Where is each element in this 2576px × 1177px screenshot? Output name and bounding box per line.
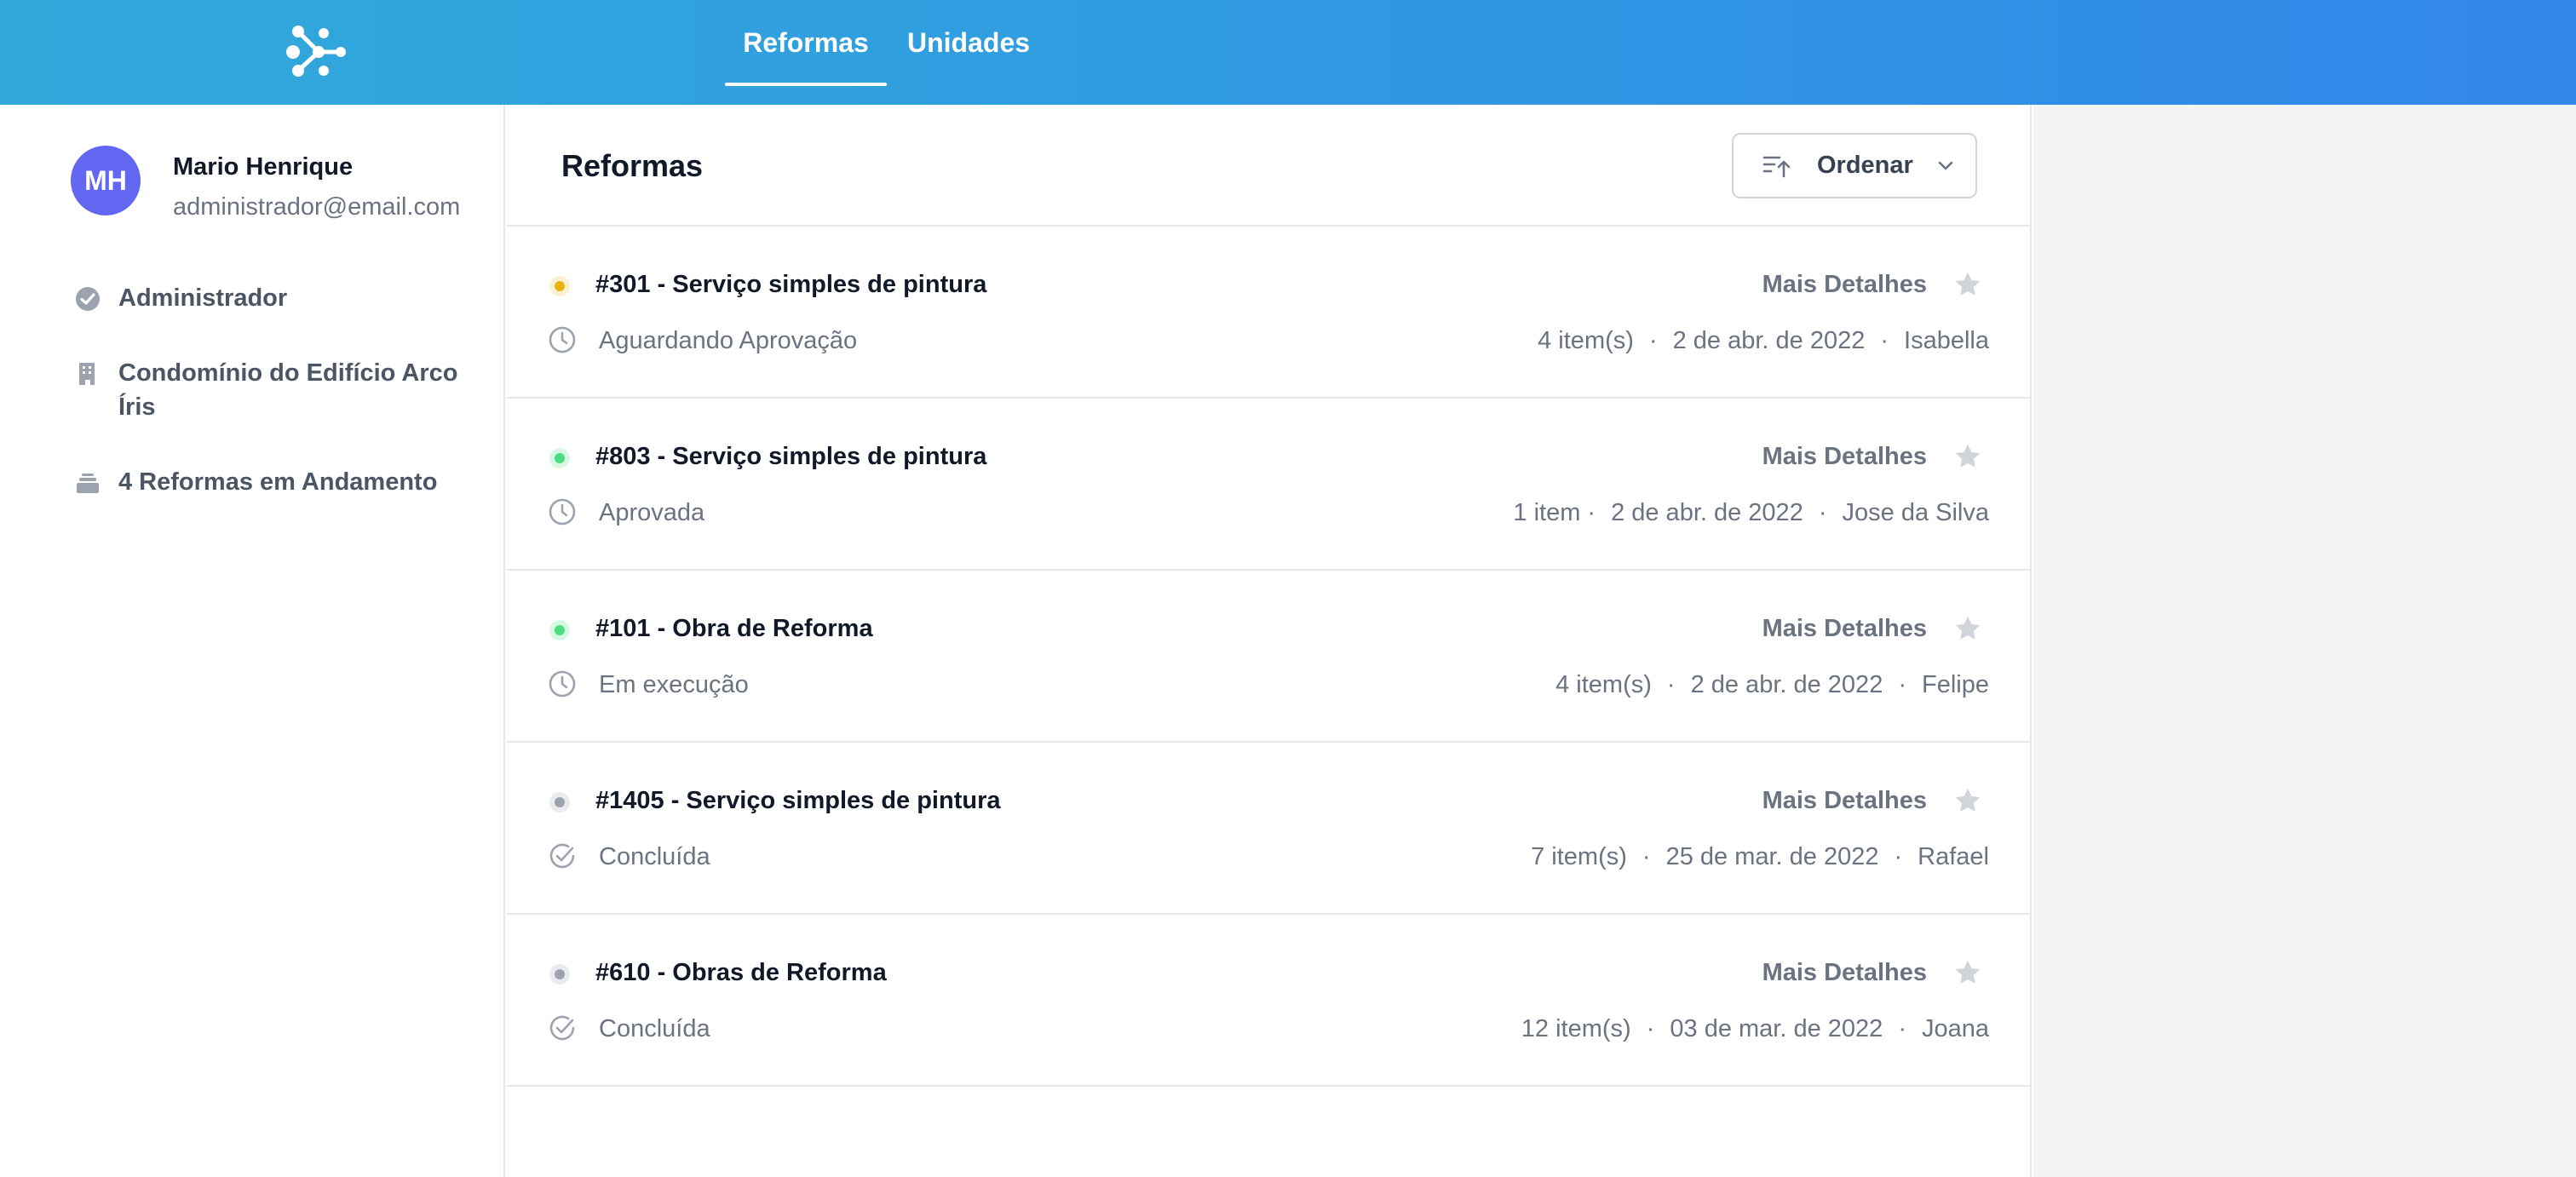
sidebar-item-reformas-count[interactable]: 4 Reformas em Andamento (74, 468, 437, 499)
avatar: MH (71, 146, 141, 215)
more-details-link[interactable]: Mais Detalhes (1762, 787, 1927, 815)
clock-icon (549, 498, 576, 525)
items-count: 4 item(s) (1555, 671, 1652, 698)
sidebar-item-label: Condomínio do Edifício Arco Íris (118, 359, 458, 421)
page-title: Reformas (561, 148, 704, 183)
list-item[interactable]: #803 - Serviço simples de pintura Aprova… (507, 399, 2030, 571)
separator: · (1666, 671, 1676, 698)
reformas-list-panel: Reformas Ordenar #301 - Serviço simples … (507, 105, 2032, 1177)
reforma-title: #803 - Serviço simples de pintura (595, 443, 987, 470)
chevron-down-icon (1938, 161, 1953, 169)
reforma-title: #610 - Obras de Reforma (595, 959, 887, 986)
separator: · (1587, 499, 1596, 526)
check-badge-icon (76, 287, 100, 311)
reforma-date: 25 de mar. de 2022 (1665, 843, 1879, 870)
sidebar-item-condominio[interactable]: Condomínio do Edifício Arco Íris (74, 359, 466, 424)
reforma-meta: 12 item(s) · 03 de mar. de 2022 · Joana (1521, 1015, 1989, 1043)
tab-reformas[interactable]: Reformas (725, 0, 887, 86)
sidebar: MH Mario Henrique administrador@email.co… (0, 105, 505, 1177)
list-item[interactable]: #301 - Serviço simples de pintura Aguard… (507, 227, 2030, 399)
tab-unidades[interactable]: Unidades (899, 0, 1035, 86)
sidebar-item-label: Administrador (118, 284, 288, 312)
status-dot (549, 792, 570, 812)
reforma-person: Joana (1921, 1015, 1989, 1042)
reforma-status: Em execução (599, 671, 749, 698)
reforma-person: Jose da Silva (1842, 499, 1990, 526)
list-item[interactable]: #1405 - Serviço simples de pintura Concl… (507, 743, 2030, 915)
building-icon (79, 363, 95, 385)
reforma-title: #101 - Obra de Reforma (595, 615, 873, 642)
more-details-link[interactable]: Mais Detalhes (1762, 271, 1927, 299)
sidebar-item-label: 4 Reformas em Andamento (118, 468, 438, 496)
reforma-date: 2 de abr. de 2022 (1690, 671, 1883, 698)
app-logo-icon[interactable] (286, 23, 348, 79)
more-details-link[interactable]: Mais Detalhes (1762, 615, 1927, 643)
list-item[interactable]: #101 - Obra de Reforma Em execução Mais … (507, 571, 2030, 743)
more-details-link[interactable]: Mais Detalhes (1762, 443, 1927, 471)
separator: · (1642, 843, 1651, 870)
stack-icon (77, 474, 99, 493)
status-dot (549, 964, 570, 985)
reforma-status: Concluída (599, 843, 710, 870)
separator: · (1880, 327, 1889, 354)
reforma-status: Concluída (599, 1015, 710, 1042)
separator: · (1898, 671, 1906, 698)
clock-icon (549, 670, 576, 698)
star-icon[interactable] (1952, 785, 1983, 816)
tab-label: Unidades (907, 27, 1031, 58)
reforma-person: Rafael (1918, 843, 1989, 870)
reforma-meta: 4 item(s) · 2 de abr. de 2022 · Isabella (1538, 327, 1989, 355)
clock-icon (549, 326, 576, 353)
more-details-link[interactable]: Mais Detalhes (1762, 959, 1927, 987)
list-item[interactable]: #610 - Obras de Reforma Concluída Mais D… (507, 915, 2030, 1087)
star-icon[interactable] (1952, 957, 1983, 988)
sort-button[interactable]: Ordenar (1732, 133, 1977, 198)
sort-button-label: Ordenar (1817, 152, 1913, 179)
reforma-status: Aprovada (599, 499, 705, 526)
reforma-date: 2 de abr. de 2022 (1611, 499, 1803, 526)
sidebar-item-role: Administrador (74, 284, 287, 315)
reforma-person: Isabella (1904, 327, 1989, 354)
avatar-initials: MH (84, 164, 127, 196)
tab-label: Reformas (743, 27, 869, 58)
reforma-title: #301 - Serviço simples de pintura (595, 271, 987, 298)
separator: · (1894, 843, 1903, 870)
check-circle-icon (549, 843, 575, 869)
separator: · (1818, 499, 1827, 526)
status-dot (549, 276, 570, 296)
reforma-meta: 7 item(s) · 25 de mar. de 2022 · Rafael (1531, 843, 1989, 871)
sort-ascending-icon (1762, 156, 1791, 177)
items-count: 12 item(s) (1521, 1015, 1631, 1042)
user-email: administrador@email.com (173, 193, 461, 221)
reforma-meta: 1 item · 2 de abr. de 2022 · Jose da Sil… (1513, 499, 1989, 527)
status-dot (549, 448, 570, 468)
star-icon[interactable] (1952, 269, 1983, 300)
status-dot (549, 620, 570, 640)
items-count: 1 item (1513, 499, 1581, 526)
items-count: 4 item(s) (1538, 327, 1634, 354)
reforma-meta: 4 item(s) · 2 de abr. de 2022 · Felipe (1555, 671, 1989, 699)
star-icon[interactable] (1952, 613, 1983, 644)
reforma-title: #1405 - Serviço simples de pintura (595, 787, 1001, 814)
items-count: 7 item(s) (1531, 843, 1627, 870)
check-circle-icon (549, 1015, 575, 1041)
separator: · (1898, 1015, 1906, 1042)
separator: · (1646, 1015, 1655, 1042)
separator: · (1648, 327, 1658, 354)
reforma-date: 03 de mar. de 2022 (1670, 1015, 1883, 1042)
reforma-date: 2 de abr. de 2022 (1672, 327, 1866, 354)
detail-panel-empty (2033, 105, 2576, 1177)
top-navigation-bar: Reformas Unidades (0, 0, 2576, 105)
reforma-person: Felipe (1922, 671, 1989, 698)
reforma-status: Aguardando Aprovação (599, 327, 858, 354)
user-name: Mario Henrique (173, 153, 354, 181)
star-icon[interactable] (1952, 441, 1983, 472)
